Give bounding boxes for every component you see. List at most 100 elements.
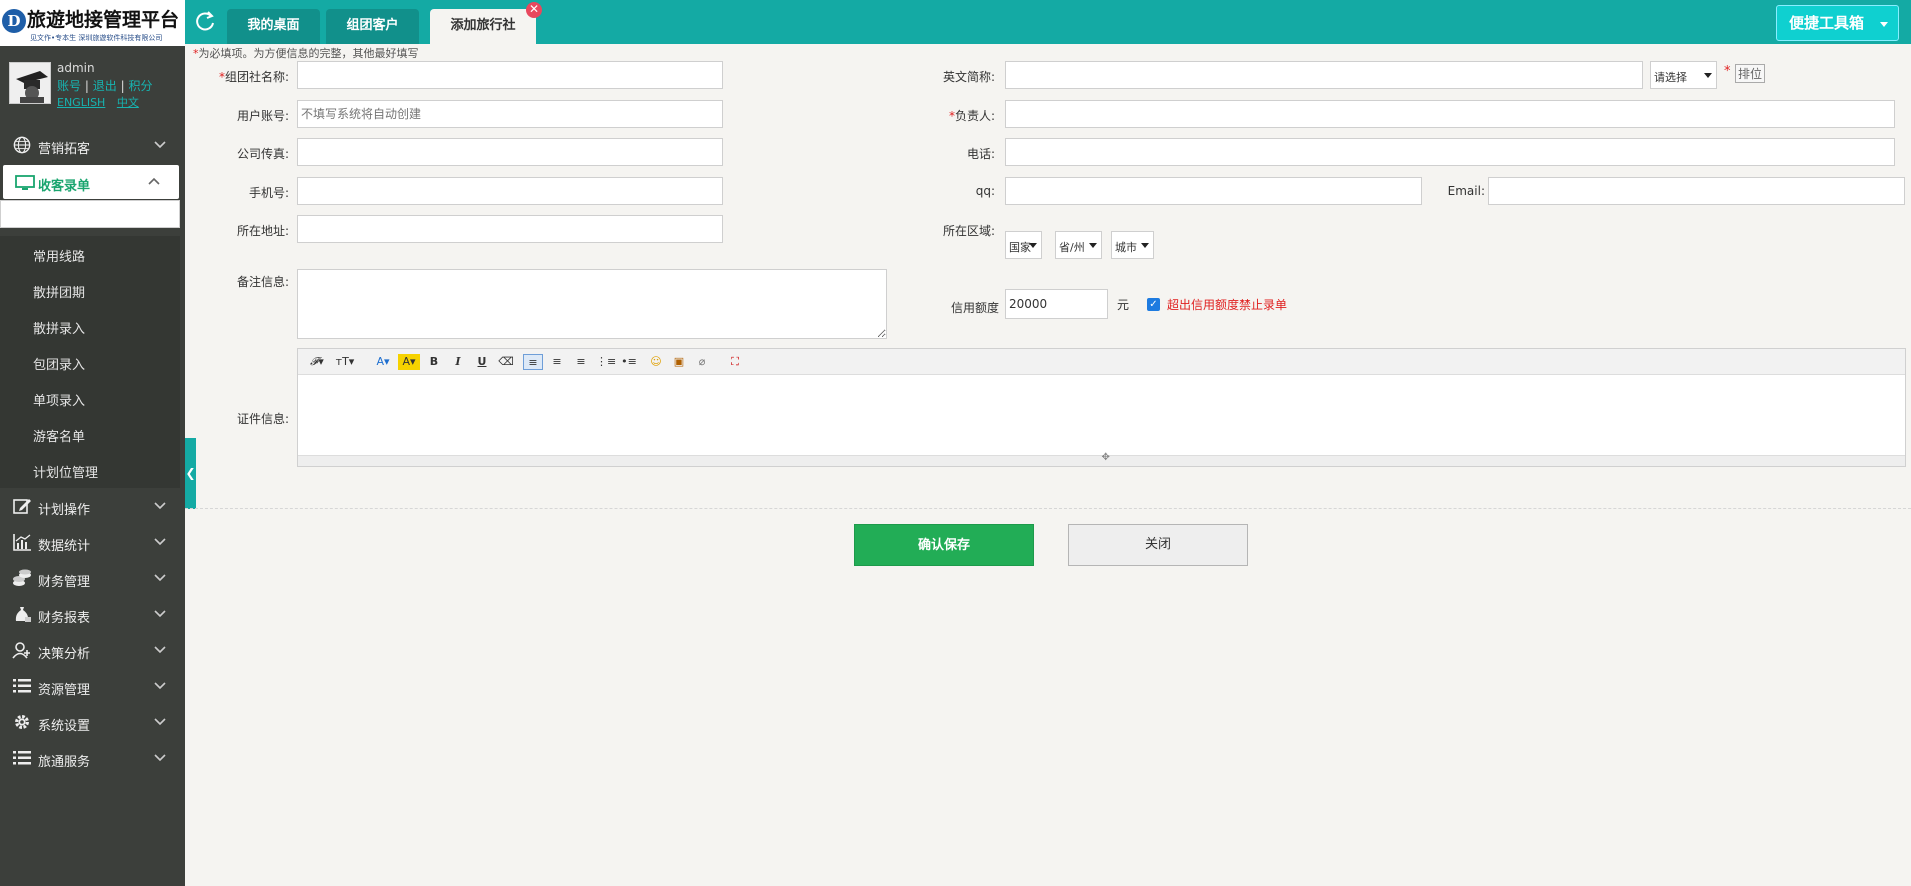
menu-finance-report[interactable]: 财务报表 — [0, 596, 185, 632]
menu-decision[interactable]: 决策分析 — [0, 632, 185, 668]
align-left-icon[interactable]: ≡ — [523, 354, 543, 370]
submenu-label: 散拼团期 — [33, 286, 86, 301]
submenu-item-group-entry[interactable]: 散拼录入 — [0, 308, 180, 344]
logout-link[interactable]: 退出 — [93, 79, 117, 93]
confirm-save-button[interactable]: 确认保存 — [854, 524, 1034, 566]
editor-resize-handle[interactable]: ✥ — [298, 452, 1905, 466]
highlight-icon[interactable]: A▾ — [398, 354, 420, 370]
menu-label: 旅通服务 — [38, 755, 91, 770]
attachment-icon[interactable]: ⌀ — [694, 354, 710, 370]
menu-marketing[interactable]: 营销拓客 — [0, 127, 185, 163]
chevron-down-icon — [154, 754, 166, 762]
select-value: 国家 — [1009, 241, 1031, 254]
chart-icon — [13, 534, 31, 551]
menu-label: 数据统计 — [38, 539, 91, 554]
submenu-item-charter-entry[interactable]: 包团录入 — [0, 344, 180, 380]
city-select[interactable]: 城市 — [1111, 231, 1154, 259]
credit-block-checkbox[interactable]: ✓ — [1147, 298, 1160, 311]
brand-logo[interactable]: D 旅遊地接管理平台 见文作•专本生 深圳旅遊软件科技有限公司 — [0, 0, 185, 46]
align-center-icon[interactable]: ≡ — [548, 354, 566, 370]
edit-icon — [13, 499, 31, 514]
fullscreen-icon[interactable]: ⛶ — [726, 354, 744, 370]
chevron-up-icon — [148, 177, 160, 185]
font-size-icon[interactable]: тT▾ — [334, 354, 356, 370]
image-icon[interactable]: ▣ — [670, 354, 688, 370]
chevron-down-icon — [154, 682, 166, 690]
ordered-list-icon[interactable]: ⋮≡ — [596, 354, 616, 370]
top-bar: 我的桌面 组团客户 添加旅行社 ✕ 便捷工具箱 — [185, 0, 1911, 44]
tab-label: 添加旅行社 — [450, 18, 516, 33]
menu-label: 收客录单 — [38, 179, 91, 194]
chevron-down-icon — [154, 574, 166, 582]
submenu-label: 计划位管理 — [33, 466, 99, 481]
font-family-icon[interactable]: 𝓕▾ — [306, 354, 328, 370]
logo-mark: D — [2, 9, 26, 33]
caret-down-icon — [1880, 22, 1888, 27]
link-separator: | — [84, 79, 89, 93]
caret-down-icon — [1089, 243, 1097, 248]
italic-icon[interactable]: I — [450, 354, 466, 370]
menu-label: 计划操作 — [38, 503, 91, 518]
submenu-label: 游客名单 — [33, 430, 86, 445]
submenu-label: 包团录入 — [33, 358, 86, 373]
chevron-down-icon — [154, 502, 166, 510]
menu-label: 系统设置 — [38, 719, 91, 734]
user-panel: admin 账号 | 退出 | 积分 ENGLISH 中文 — [0, 46, 185, 112]
menu-label: 资源管理 — [38, 683, 91, 698]
menu-plan-ops[interactable]: 计划操作 — [0, 488, 185, 524]
user-links: 账号 | 退出 | 积分 — [57, 77, 152, 94]
lang-chinese-link[interactable]: 中文 — [117, 96, 139, 109]
tab-desktop[interactable]: 我的桌面 — [227, 9, 320, 44]
lang-english-link[interactable]: ENGLISH — [57, 96, 105, 109]
chevron-down-icon — [154, 610, 166, 618]
submenu-label: 常用线路 — [33, 250, 86, 265]
submenu-item-tourist-list[interactable]: 游客名单 — [0, 416, 180, 452]
editor-toolbar: 𝓕▾ тT▾ A▾ A▾ B I U ⌫ ≡ ≡ ≡ ⋮≡ •≡ ☺ ▣ ⌀ ⛶ — [298, 349, 1905, 375]
select-value: 城市 — [1115, 241, 1137, 254]
country-select[interactable]: 国家 — [1005, 231, 1042, 259]
chevron-down-icon — [154, 646, 166, 654]
tab-add-agency[interactable]: 添加旅行社 — [430, 9, 536, 44]
remark-textarea[interactable] — [297, 269, 887, 339]
chevron-down-icon — [154, 538, 166, 546]
emoji-icon[interactable]: ☺ — [648, 354, 664, 370]
menu-label: 营销拓客 — [38, 142, 91, 157]
submenu-item-group-dates[interactable]: 散拼团期 — [0, 272, 180, 308]
menu-service[interactable]: 旅通服务 — [0, 740, 185, 776]
tab-close-icon[interactable]: ✕ — [526, 2, 542, 18]
eraser-icon[interactable]: ⌫ — [498, 354, 514, 370]
underline-icon[interactable]: U — [474, 354, 490, 370]
font-color-icon[interactable]: A▾ — [373, 354, 393, 370]
credit-input[interactable] — [1005, 289, 1108, 319]
language-switch: ENGLISH 中文 — [57, 94, 147, 110]
menu-orders[interactable]: 收客录单 — [3, 165, 179, 199]
submenu-item-routes[interactable]: 常用线路 — [0, 236, 180, 272]
link-separator: | — [120, 79, 125, 93]
province-select[interactable]: 省/州 — [1055, 231, 1102, 259]
menu-label: 决策分析 — [38, 647, 91, 662]
chevron-down-icon — [154, 718, 166, 726]
unordered-list-icon[interactable]: •≡ — [620, 354, 638, 370]
menu-finance[interactable]: 财务管理 — [0, 560, 185, 596]
submenu-item-single-entry[interactable]: 单项录入 — [0, 380, 180, 416]
brand-title: 旅遊地接管理平台 — [27, 9, 180, 31]
menu-statistics[interactable]: 数据统计 — [0, 524, 185, 560]
cert-rich-editor[interactable]: 𝓕▾ тT▾ A▾ A▾ B I U ⌫ ≡ ≡ ≡ ⋮≡ •≡ ☺ ▣ ⌀ ⛶… — [297, 348, 1906, 467]
toolbox-label: 便捷工具箱 — [1789, 14, 1865, 32]
align-right-icon[interactable]: ≡ — [572, 354, 590, 370]
submenu-item-seat-plan[interactable]: 计划位管理 — [0, 452, 180, 488]
submenu-label: 散拼录入 — [33, 322, 86, 337]
tab-group-clients[interactable]: 组团客户 — [326, 9, 419, 44]
refresh-icon[interactable] — [193, 10, 217, 34]
account-link[interactable]: 账号 — [57, 79, 81, 93]
caret-down-icon — [1141, 243, 1149, 248]
menu-resources[interactable]: 资源管理 — [0, 668, 185, 704]
list-icon — [13, 751, 31, 765]
submenu-item-group-clients[interactable]: 组团客户 — [0, 200, 180, 228]
close-button[interactable]: 关闭 — [1068, 524, 1248, 566]
bold-icon[interactable]: B — [426, 354, 442, 370]
menu-settings[interactable]: 系统设置 — [0, 704, 185, 740]
toolbox-dropdown-button[interactable]: 便捷工具箱 — [1776, 5, 1899, 41]
points-link[interactable]: 积分 — [128, 79, 152, 93]
avatar[interactable] — [9, 62, 51, 104]
